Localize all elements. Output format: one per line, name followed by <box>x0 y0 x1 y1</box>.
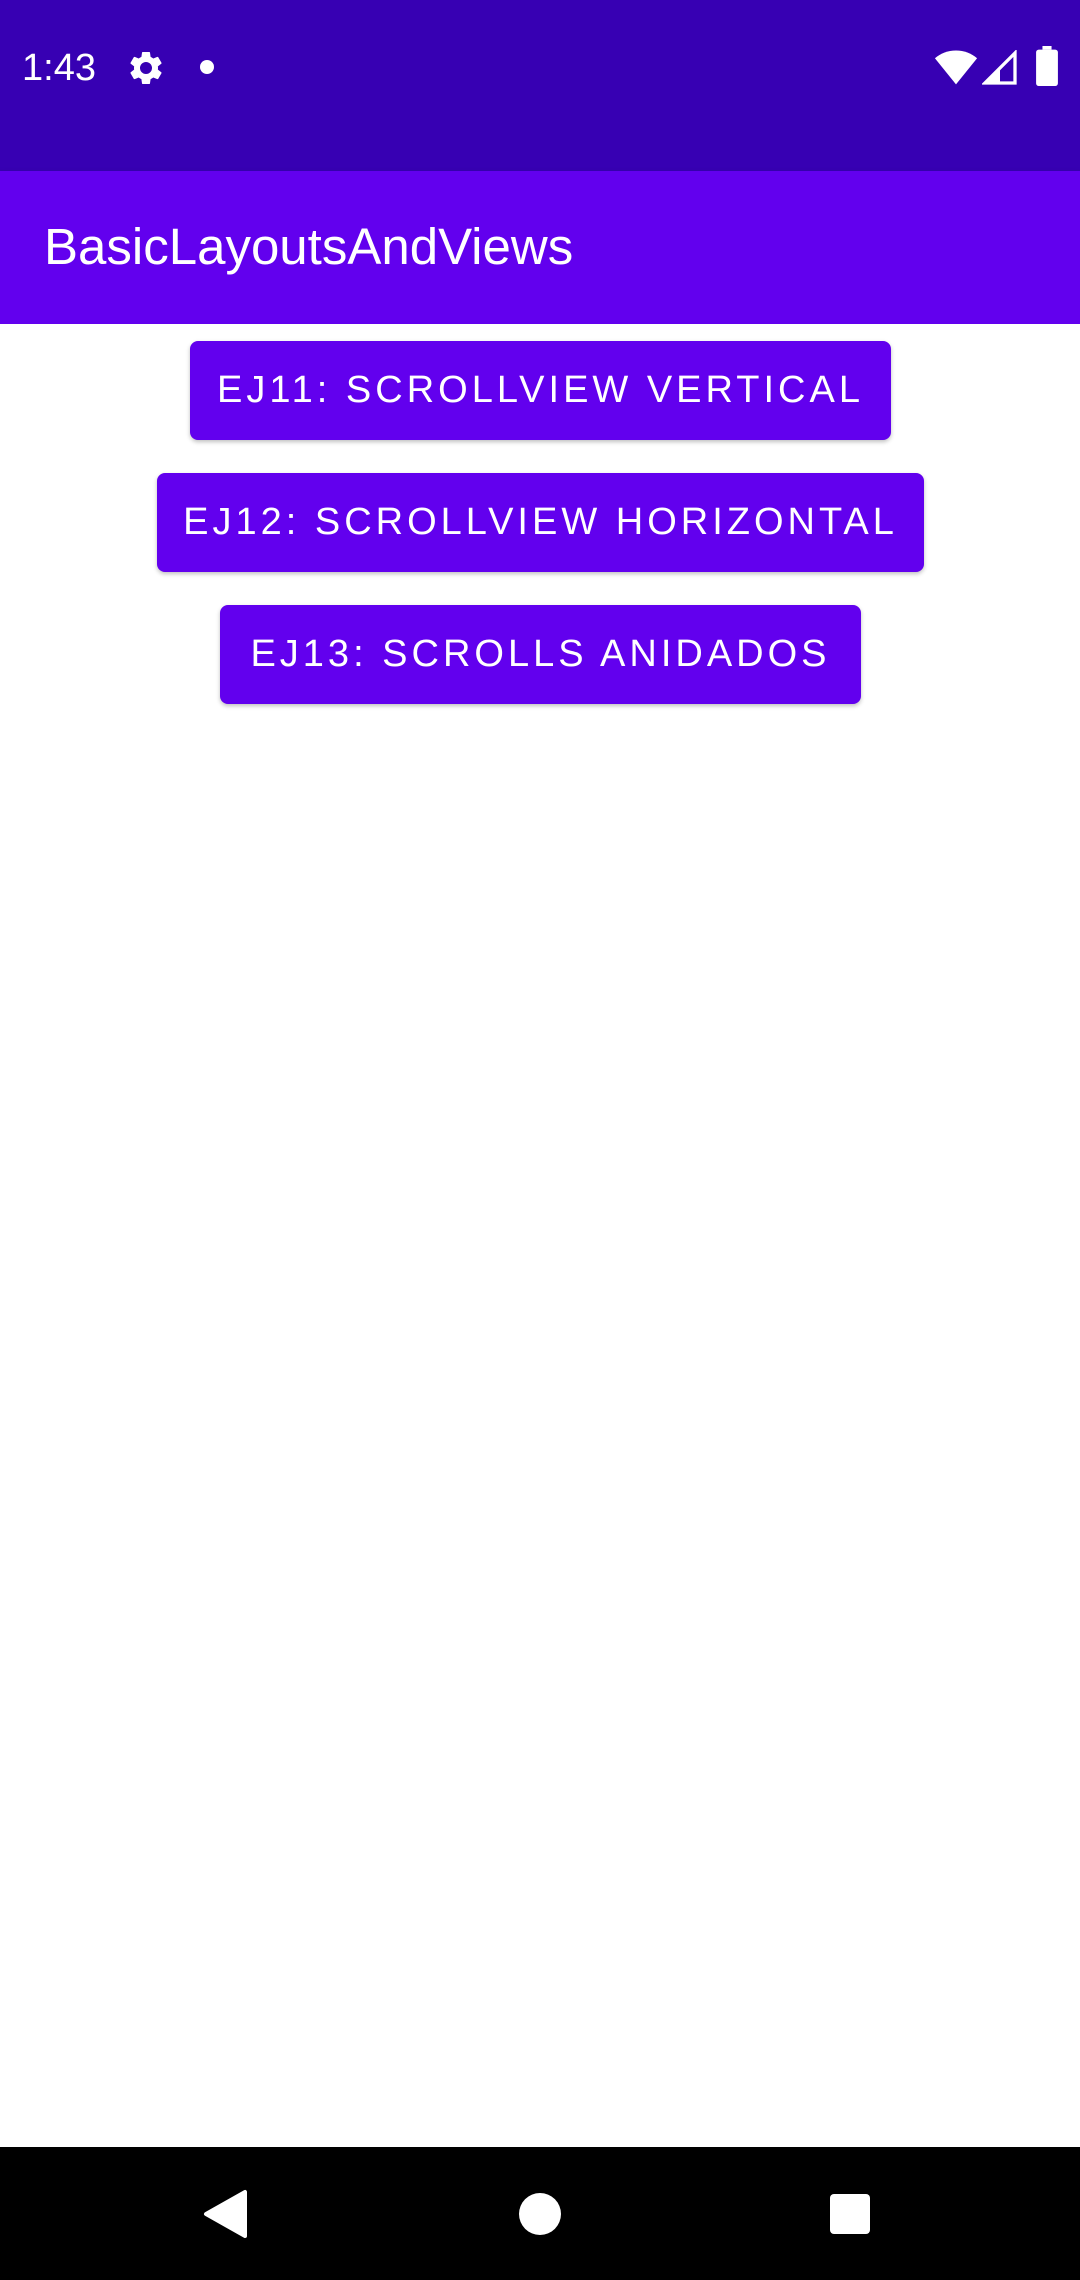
app-bar: BasicLayoutsAndViews <box>0 171 1080 324</box>
wifi-icon <box>934 50 978 85</box>
ej13-scrolls-anidados-button[interactable]: EJ13: SCROLLS ANIDADOS <box>220 605 861 704</box>
app-title: BasicLayoutsAndViews <box>44 218 574 275</box>
cell-signal-icon <box>982 50 1017 85</box>
navigation-bar <box>0 2147 1080 2280</box>
home-icon[interactable] <box>519 2193 561 2235</box>
back-icon[interactable] <box>203 2189 247 2239</box>
battery-icon <box>1036 46 1058 86</box>
recents-icon[interactable] <box>830 2194 870 2234</box>
main-content: EJ11: SCROLLVIEW VERTICAL EJ12: SCROLLVI… <box>0 324 1080 2147</box>
ej11-scrollview-vertical-button[interactable]: EJ11: SCROLLVIEW VERTICAL <box>190 341 891 440</box>
notification-dot-icon <box>200 60 214 74</box>
ej12-scrollview-horizontal-button[interactable]: EJ12: SCROLLVIEW HORIZONTAL <box>157 473 924 572</box>
status-bar: 1:43 <box>0 0 1080 171</box>
settings-gear-icon <box>130 51 162 84</box>
status-time: 1:43 <box>22 47 96 89</box>
